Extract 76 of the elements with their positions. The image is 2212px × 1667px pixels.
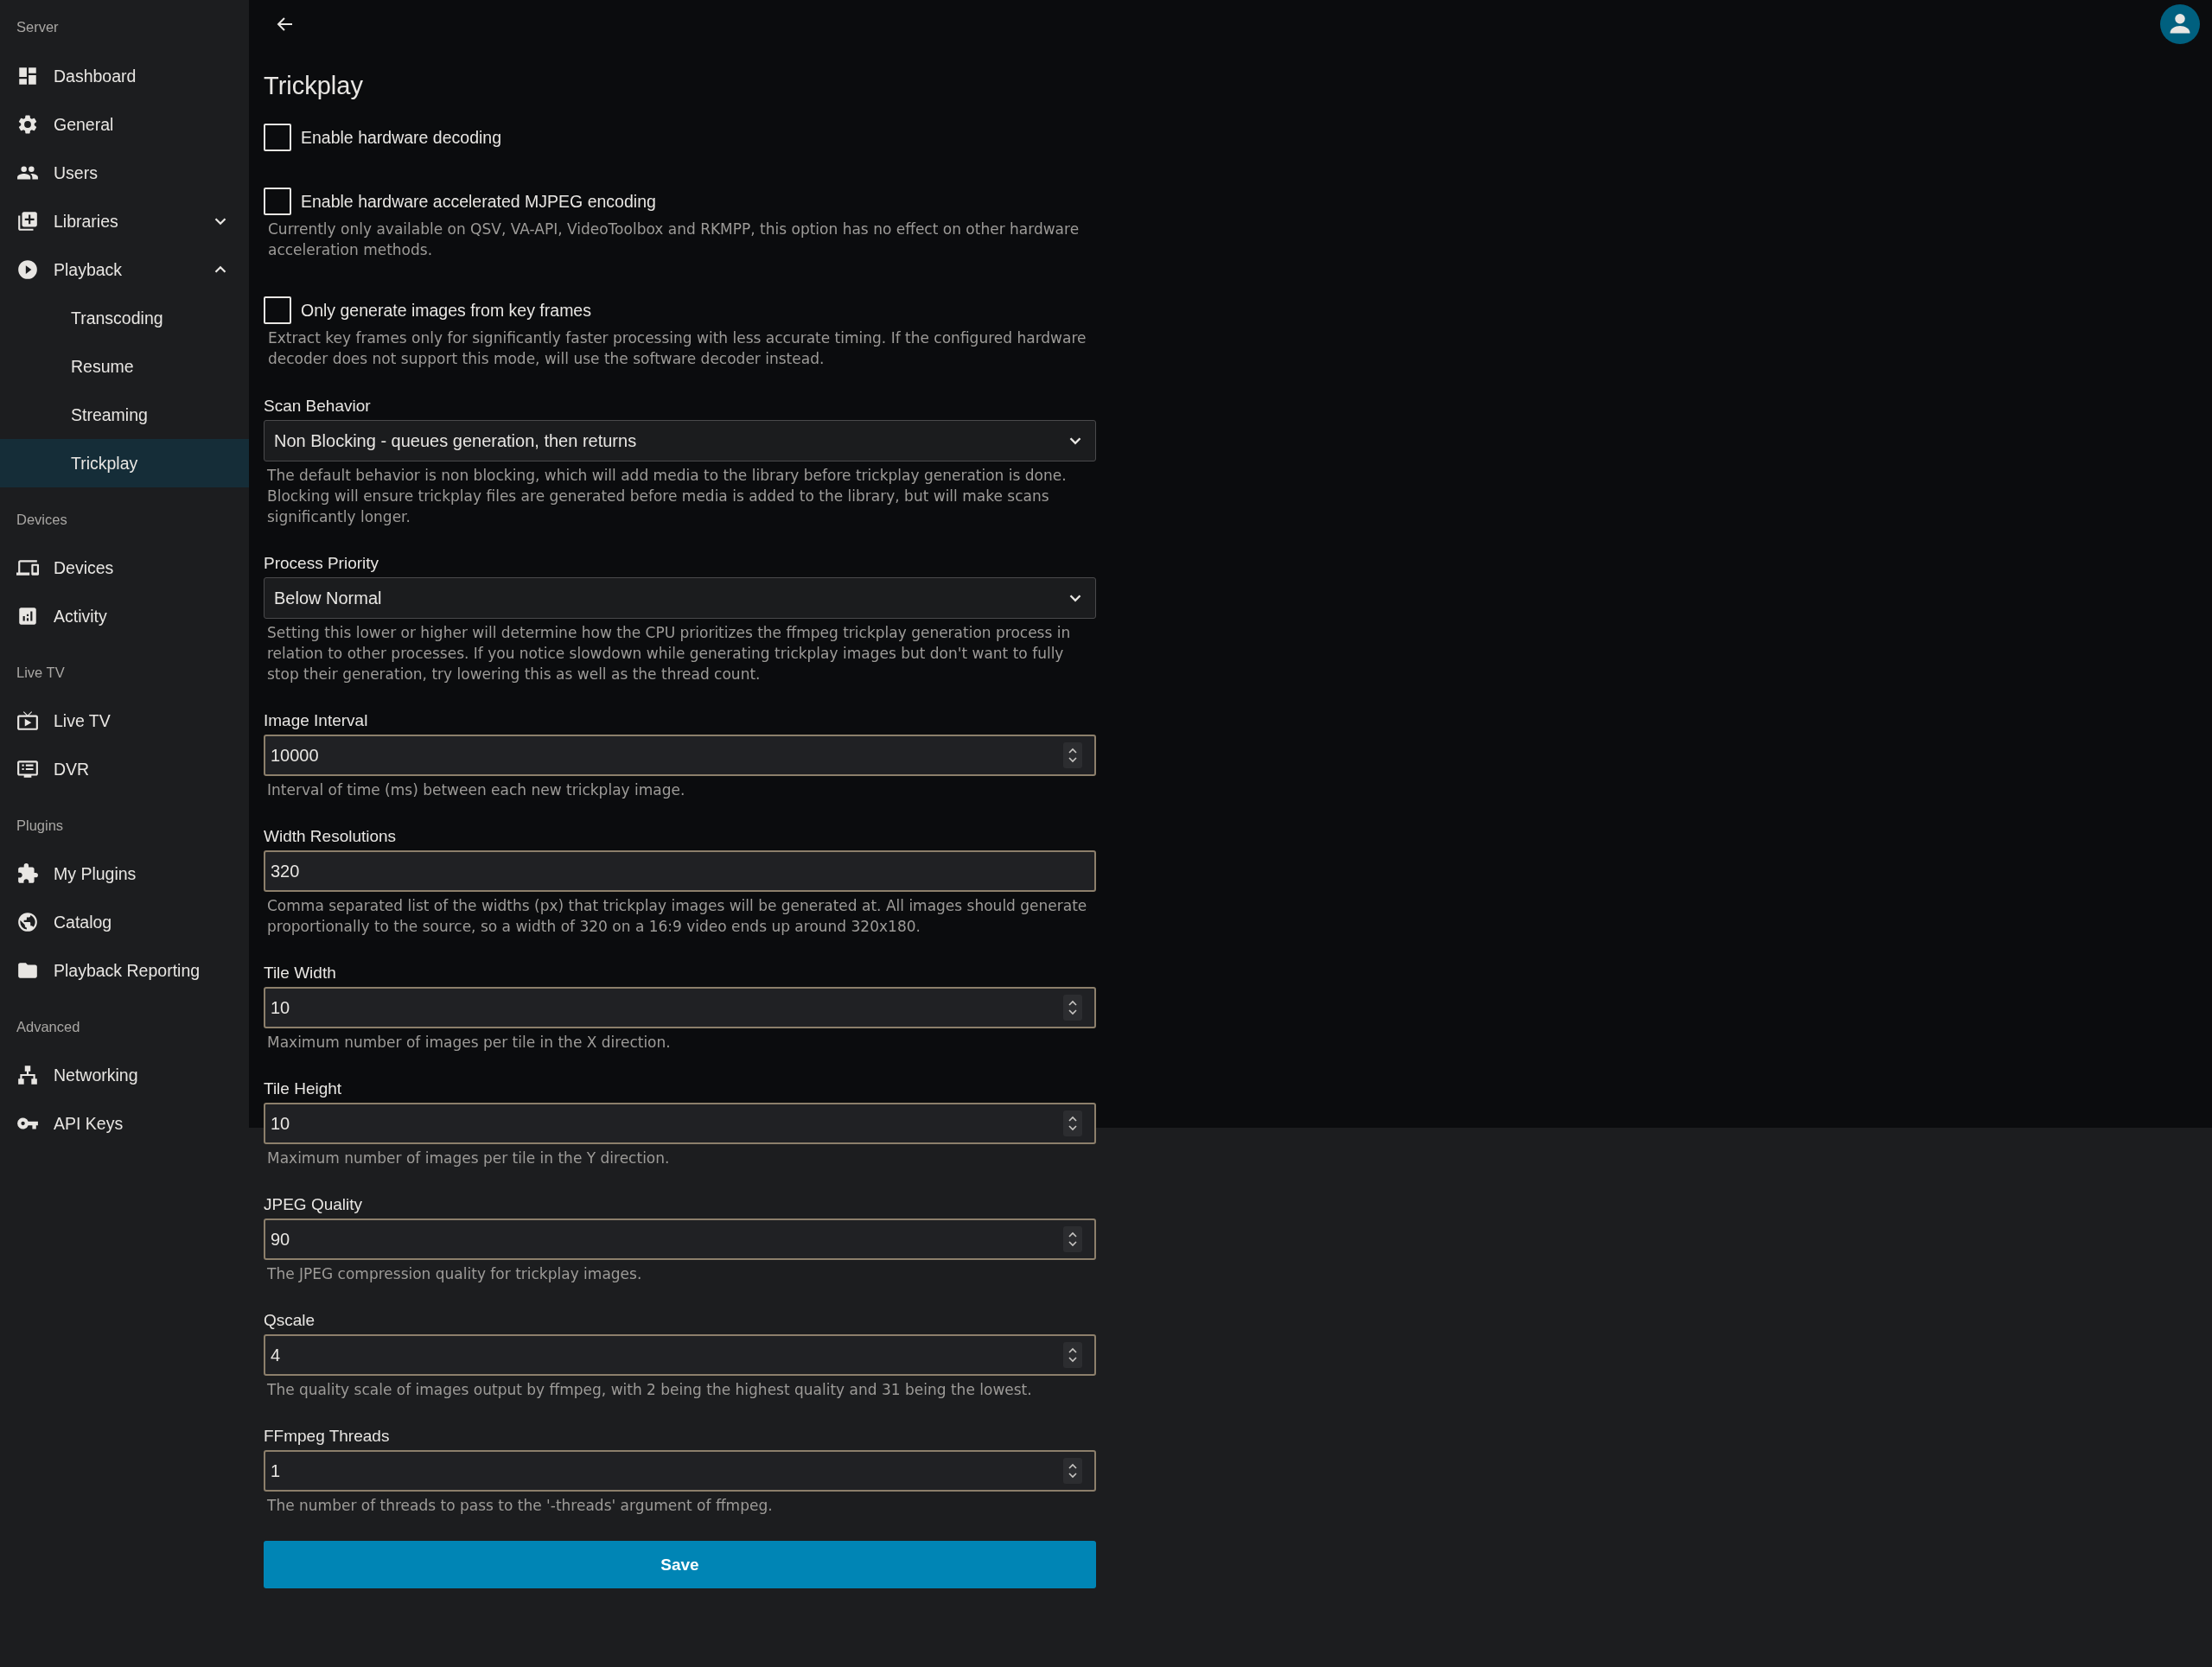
select-dropdown[interactable]: Below Normal bbox=[264, 577, 1096, 619]
spinner-icon[interactable] bbox=[1063, 1110, 1082, 1136]
checkbox-label[interactable]: Enable hardware accelerated MJPEG encoding bbox=[301, 191, 656, 212]
nav-item[interactable]: Catalog bbox=[0, 898, 249, 946]
nav-item[interactable]: General bbox=[0, 100, 249, 149]
nav-item[interactable]: API Keys bbox=[0, 1099, 249, 1137]
checkbox[interactable] bbox=[264, 124, 291, 151]
nav-item[interactable]: Live TV bbox=[0, 697, 249, 745]
puzzle-icon bbox=[16, 862, 39, 885]
checkbox[interactable] bbox=[264, 188, 291, 215]
help-text: Maximum number of images per tile in the X direction. bbox=[266, 1033, 672, 1053]
nav-item[interactable]: Devices bbox=[0, 544, 249, 592]
select-dropdown[interactable]: Non Blocking - queues generation, then returns bbox=[264, 420, 1096, 461]
checkbox-label[interactable]: Only generate images from key frames bbox=[301, 300, 591, 321]
nav-subitem[interactable]: Streaming bbox=[0, 391, 249, 439]
section-heading: Plugins bbox=[16, 817, 65, 835]
help-text: Maximum number of images per tile in the Y direction. bbox=[266, 1148, 671, 1168]
help-text: The number of threads to pass to the '-threads' argument of ffmpeg. bbox=[266, 1496, 774, 1516]
field-label: FFmpeg Threads bbox=[264, 1426, 391, 1447]
help-text: Setting this lower or higher will determine how the CPU prioritizes the ffmpeg trickplay generation process in relation to other processes. If you notice slowdown while generating trickplay images but don't want to fully stop their generation, try lowering this as well as the thread count. bbox=[266, 623, 1072, 684]
field-label: Process Priority bbox=[264, 553, 380, 574]
dashboard-icon bbox=[16, 65, 39, 87]
help-text: The quality scale of images output by ffmpeg, with 2 being the highest quality and 31 being the lowest. bbox=[266, 1380, 1033, 1400]
text-input[interactable]: 320 bbox=[264, 850, 1096, 892]
nav-subitem[interactable]: Resume bbox=[0, 342, 249, 391]
spinner-icon[interactable] bbox=[1063, 1226, 1082, 1252]
globe-icon bbox=[16, 911, 39, 933]
tv-icon bbox=[16, 709, 39, 732]
nav-item[interactable]: Playback bbox=[0, 245, 249, 294]
number-input[interactable]: 4 bbox=[264, 1334, 1096, 1376]
nav-item[interactable]: Users bbox=[0, 149, 249, 197]
nav-item[interactable]: Dashboard bbox=[0, 52, 249, 100]
chart-icon bbox=[16, 605, 39, 627]
field-label: Width Resolutions bbox=[264, 826, 398, 847]
number-input[interactable]: 10000 bbox=[264, 735, 1096, 776]
gear-icon bbox=[16, 113, 39, 136]
nav-item[interactable]: My Plugins bbox=[0, 849, 249, 898]
network-icon bbox=[16, 1064, 39, 1086]
section-heading: Advanced bbox=[16, 1018, 81, 1036]
help-text: Currently only available on QSV, VA-API, VideoToolbox and RKMPP, this option has no effect on other hardware acceleration methods. bbox=[267, 220, 1081, 260]
field-label: Qscale bbox=[264, 1310, 316, 1331]
nav-subitem[interactable]: Trickplay bbox=[0, 439, 249, 487]
save-button[interactable]: Save bbox=[264, 1541, 1096, 1588]
help-text: Comma separated list of the widths (px) that trickplay images will be generated at. All images should generate proportionally to the source, so a width of 320 on a 16:9 video ends up around 320x180. bbox=[266, 896, 1088, 937]
spinner-icon[interactable] bbox=[1063, 742, 1082, 768]
field-label: Tile Height bbox=[264, 1078, 343, 1099]
field-label: JPEG Quality bbox=[264, 1194, 364, 1215]
monitor-list-icon bbox=[16, 758, 39, 780]
checkbox-label[interactable]: Enable hardware decoding bbox=[301, 127, 501, 148]
nav-item[interactable]: Libraries bbox=[0, 197, 249, 245]
checkbox[interactable] bbox=[264, 296, 291, 324]
library-add-icon bbox=[16, 210, 39, 232]
section-heading: Server bbox=[16, 18, 60, 36]
nav-item[interactable]: Networking bbox=[0, 1051, 249, 1099]
nav-item[interactable]: Activity bbox=[0, 592, 249, 640]
nav-item[interactable]: DVR bbox=[0, 745, 249, 793]
number-input[interactable]: 10 bbox=[264, 987, 1096, 1028]
section-heading: Devices bbox=[16, 511, 68, 529]
field-label: Scan Behavior bbox=[264, 396, 372, 417]
help-text: The default behavior is non blocking, which will add media to the library before trickplay generation is done. Blocking will ensure trickplay files are generated before media is added to the library, but will make scans significantly longer. bbox=[266, 466, 1068, 527]
help-text: Extract key frames only for significantly faster processing with less accurate timing. If the configured hardware decoder does not support this mode, will use the software decoder instead. bbox=[267, 328, 1087, 369]
nav-item[interactable]: Playback Reporting bbox=[0, 946, 249, 995]
user-avatar-icon[interactable] bbox=[2160, 4, 2200, 44]
number-input[interactable]: 1 bbox=[264, 1450, 1096, 1492]
spinner-icon[interactable] bbox=[1063, 1342, 1082, 1368]
number-input[interactable]: 10 bbox=[264, 1103, 1096, 1144]
number-input[interactable]: 90 bbox=[264, 1218, 1096, 1260]
field-label: Image Interval bbox=[264, 710, 369, 731]
help-text: Interval of time (ms) between each new trickplay image. bbox=[266, 780, 686, 800]
field-label: Tile Width bbox=[264, 963, 337, 983]
spinner-icon[interactable] bbox=[1063, 995, 1082, 1021]
spinner-icon[interactable] bbox=[1063, 1458, 1082, 1484]
help-text: The JPEG compression quality for trickplay images. bbox=[266, 1264, 643, 1284]
page-title: Trickplay bbox=[264, 71, 364, 101]
section-heading: Live TV bbox=[16, 664, 66, 682]
nav-subitem[interactable]: Transcoding bbox=[0, 294, 249, 342]
